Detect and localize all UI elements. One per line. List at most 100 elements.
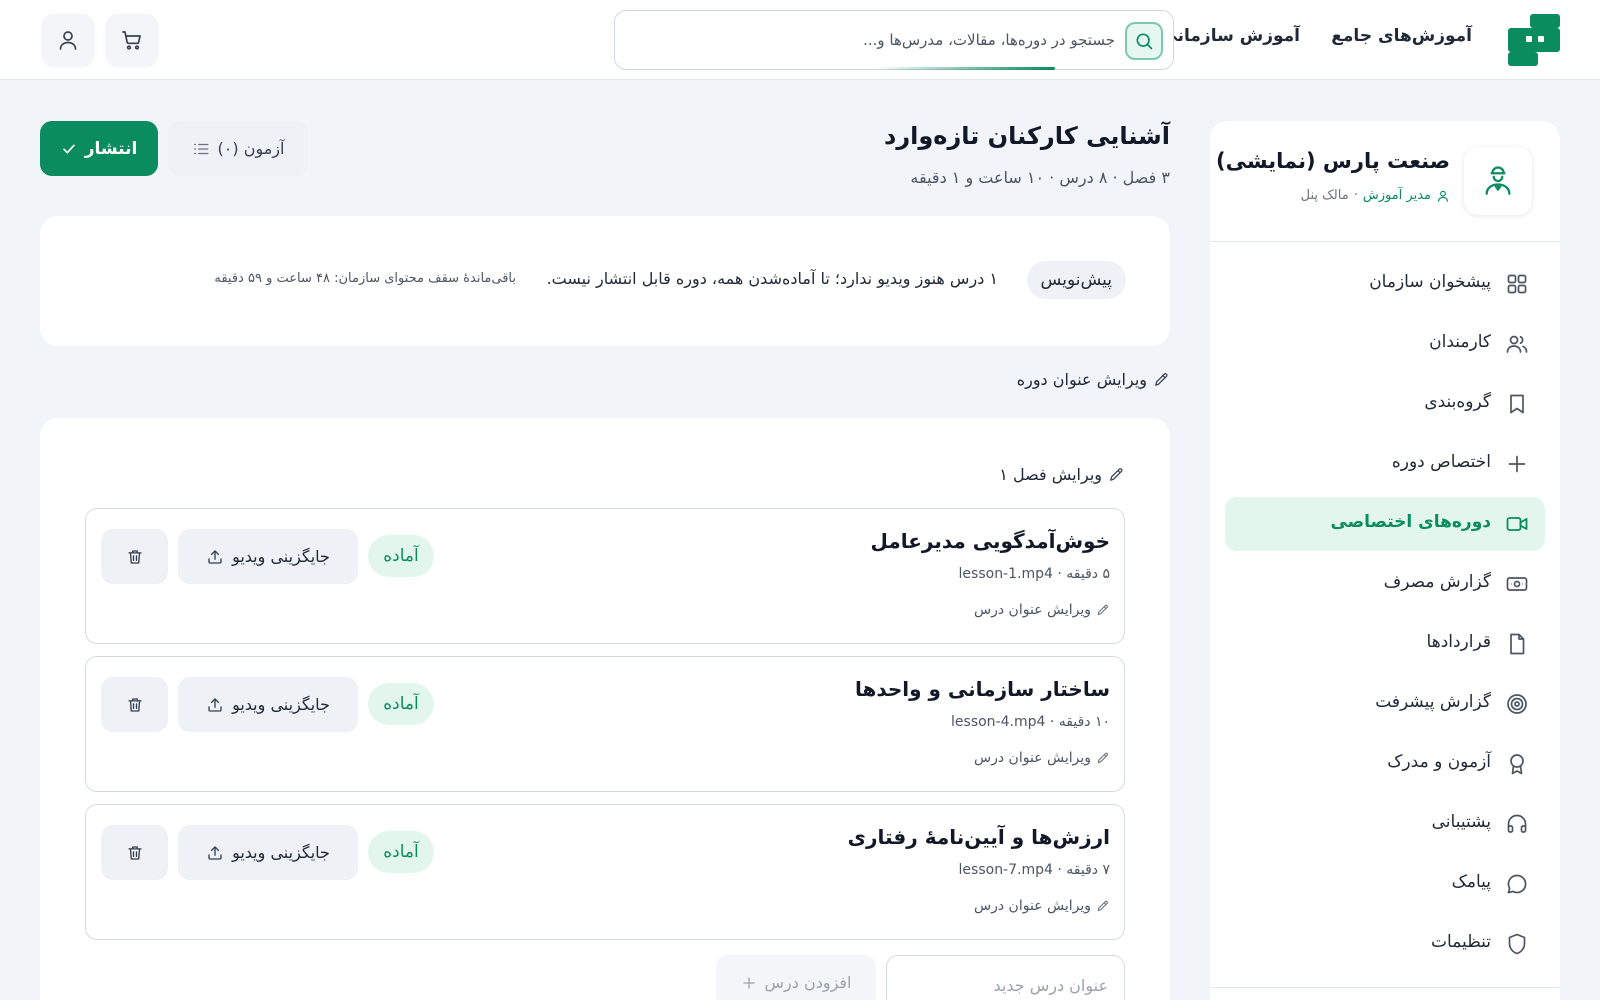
sidebar-item-grouping[interactable]: گروه‌بندی <box>1225 377 1545 431</box>
replace-video-button[interactable]: جایگزینی ویدیو <box>178 677 358 732</box>
pencil-icon <box>1096 603 1110 617</box>
sidebar-item-employees[interactable]: کارمندان <box>1225 317 1545 371</box>
lesson-item: ارزش‌ها و آیین‌نامهٔ رفتاری ۷ دقیقه · le… <box>85 804 1125 940</box>
sidebar-item-exam-certificate[interactable]: آزمون و مدرک <box>1225 737 1545 791</box>
lesson-duration: ۵ دقیقه <box>1066 566 1110 582</box>
headphones-icon <box>1505 812 1529 836</box>
edit-lesson-title-link[interactable]: ویرایش عنوان درس <box>974 750 1110 766</box>
nav-link-corporate-training[interactable]: آموزش سازمانی <box>1160 26 1300 46</box>
top-bar: آموزش‌های جامع آموزش سازمانی <box>0 0 1600 80</box>
status-badge: پیش‌نویس <box>1026 261 1126 299</box>
publish-button[interactable]: انتشار <box>40 121 158 176</box>
search-focus-underline <box>875 67 1055 70</box>
edit-chapter-label: ویرایش فصل ۱ <box>999 465 1102 484</box>
edit-lesson-title-link[interactable]: ویرایش عنوان درس <box>974 602 1110 618</box>
sidebar-item-support[interactable]: پشتیبانی <box>1225 797 1545 851</box>
delete-lesson-button[interactable] <box>101 677 168 732</box>
replace-video-label: جایگزینی ویدیو <box>232 695 330 714</box>
course-meta: ۳ فصل · ۸ درس · ۱۰ ساعت و ۱ دقیقه <box>910 168 1170 187</box>
sidebar-item-label: گزارش پیشرفت <box>1375 692 1491 712</box>
replace-video-label: جایگزینی ویدیو <box>232 843 330 862</box>
replace-video-button[interactable]: جایگزینی ویدیو <box>178 529 358 584</box>
sidebar-item-contracts[interactable]: قراردادها <box>1225 617 1545 671</box>
edit-chapter-link[interactable]: ویرایش فصل ۱ <box>999 465 1125 484</box>
organization-header: صنعت پارس (نمایشی) مدیر آموزش · مالک پنل <box>1210 121 1560 242</box>
edit-course-title-link[interactable]: ویرایش عنوان دوره <box>1017 370 1170 389</box>
plus-icon <box>741 975 757 991</box>
search-icon <box>1127 24 1161 58</box>
pencil-icon <box>1153 371 1170 388</box>
sidebar-item-label: پیشخوان سازمان <box>1369 272 1491 292</box>
sidebar-item-progress-report[interactable]: گزارش پیشرفت <box>1225 677 1545 731</box>
pencil-icon <box>1096 899 1110 913</box>
search-button[interactable] <box>1125 22 1163 60</box>
trash-icon <box>101 677 168 732</box>
sidebar-item-sms[interactable]: پیامک <box>1225 857 1545 911</box>
replace-video-label: جایگزینی ویدیو <box>232 547 330 566</box>
sidebar-item-label: آزمون و مدرک <box>1387 752 1491 772</box>
pencil-icon <box>1096 751 1110 765</box>
page-title: آشنایی کارکنان تازه‌وارد <box>884 122 1170 150</box>
check-icon <box>61 141 77 157</box>
edit-lesson-title-label: ویرایش عنوان درس <box>974 898 1091 914</box>
cart-icon <box>106 14 158 66</box>
lesson-status-badge: آماده <box>368 831 434 873</box>
sidebar-item-label: پیامک <box>1451 872 1491 892</box>
sidebar-item-usage-report[interactable]: گزارش مصرف <box>1225 557 1545 611</box>
edit-lesson-title-label: ویرایش عنوان درس <box>974 750 1091 766</box>
brand-logo-icon[interactable] <box>1508 14 1560 66</box>
new-lesson-title-input[interactable] <box>886 955 1125 1000</box>
sidebar-item-label: دوره‌های اختصاصی <box>1330 512 1491 532</box>
edit-lesson-title-link[interactable]: ویرایش عنوان درس <box>974 898 1110 914</box>
delete-lesson-button[interactable] <box>101 529 168 584</box>
employee-avatar-icon <box>1464 147 1532 215</box>
users-icon <box>1505 332 1529 356</box>
replace-video-button[interactable]: جایگزینی ویدیو <box>178 825 358 880</box>
lesson-status-badge: آماده <box>368 683 434 725</box>
organization-meta: مدیر آموزش · مالک پنل <box>1301 188 1450 203</box>
sidebar-item-assign-course[interactable]: اختصاص دوره <box>1225 437 1545 491</box>
edit-course-title-label: ویرایش عنوان دوره <box>1016 370 1147 389</box>
lesson-file: lesson-4.mp4 <box>951 714 1046 730</box>
lesson-info: ۵ دقیقه · lesson-1.mp4 <box>958 566 1110 582</box>
meta-separator: · <box>1353 188 1358 203</box>
lesson-file: lesson-1.mp4 <box>958 566 1053 582</box>
lesson-title: خوش‌آمدگویی مدیرعامل <box>870 529 1110 553</box>
message-icon <box>1505 872 1529 896</box>
bookmark-icon <box>1505 392 1529 416</box>
file-icon <box>1505 632 1529 656</box>
target-icon <box>1505 692 1529 716</box>
user-icon <box>42 14 94 66</box>
lesson-file: lesson-7.mp4 <box>958 862 1053 878</box>
video-icon <box>1505 512 1529 536</box>
organization-owner: مالک پنل <box>1300 188 1349 203</box>
lesson-duration: ۱۰ دقیقه <box>1058 714 1110 730</box>
user-role-icon <box>1436 189 1450 203</box>
search-input[interactable] <box>645 25 1115 55</box>
user-button[interactable] <box>42 14 94 66</box>
nav-link-comprehensive-courses[interactable]: آموزش‌های جامع <box>1331 26 1472 46</box>
publish-label: انتشار <box>84 138 138 159</box>
quiz-button[interactable]: آزمون (۰) <box>168 121 308 176</box>
plus-icon <box>1505 452 1529 476</box>
sidebar-item-label: کارمندان <box>1429 332 1491 352</box>
sidebar-item-label: گروه‌بندی <box>1424 392 1491 412</box>
sidebar-item-settings[interactable]: تنظیمات <box>1225 917 1545 971</box>
sidebar-item-label: تنظیمات <box>1431 932 1491 952</box>
cart-button[interactable] <box>106 14 158 66</box>
content-quota: باقی‌ماندهٔ سقف محتوای سازمان: ۴۸ ساعت و… <box>214 271 516 286</box>
sidebar-item-custom-courses[interactable]: دوره‌های اختصاصی <box>1225 497 1545 551</box>
search-bar <box>614 10 1174 70</box>
lesson-status-badge: آماده <box>368 535 434 577</box>
organization-avatar <box>1464 147 1532 215</box>
banknote-icon <box>1505 572 1529 596</box>
award-icon <box>1505 752 1529 776</box>
sidebar-divider <box>1210 987 1560 988</box>
delete-lesson-button[interactable] <box>101 825 168 880</box>
lesson-info: ۷ دقیقه · lesson-7.mp4 <box>958 862 1110 878</box>
lesson-item: خوش‌آمدگویی مدیرعامل ۵ دقیقه · lesson-1.… <box>85 508 1125 644</box>
edit-lesson-title-label: ویرایش عنوان درس <box>974 602 1091 618</box>
add-lesson-button[interactable]: افزودن درس <box>716 955 876 1000</box>
sidebar-item-dashboard[interactable]: پیشخوان سازمان <box>1225 257 1545 311</box>
sidebar-item-label: قراردادها <box>1426 632 1491 652</box>
